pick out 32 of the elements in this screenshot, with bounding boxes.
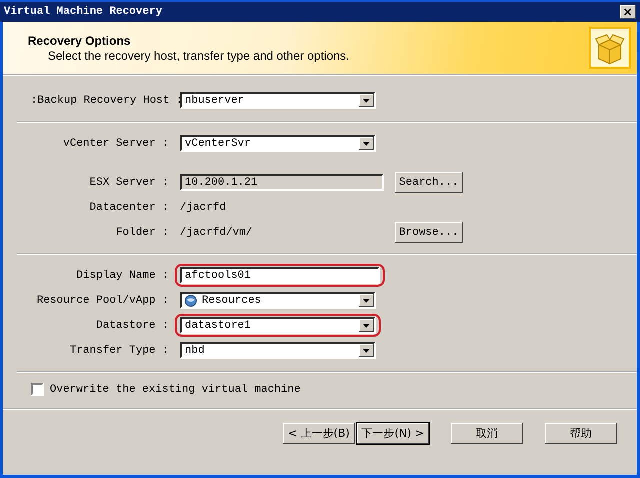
page-subtitle: Select the recovery host, transfer type and other options.	[47, 48, 350, 62]
page-title: Recovery Options	[28, 34, 132, 48]
field-value: /jacrfd/vm/	[180, 226, 254, 238]
field-label: ESX Server :	[88, 176, 170, 188]
wizard-button[interactable]: 帮助	[545, 423, 617, 444]
dropdown[interactable]: Resources	[180, 292, 376, 309]
wizard-button[interactable]: < 上一步(B)	[283, 423, 355, 444]
dropdown[interactable]: vCenterSvr	[180, 135, 376, 152]
checkbox[interactable]	[31, 383, 44, 396]
window-title: Virtual Machine Recovery	[4, 6, 162, 18]
field-value: /jacrfd	[180, 202, 228, 214]
globe-icon	[185, 294, 197, 306]
wizard-button[interactable]: 取消	[451, 423, 523, 444]
field-label: Resource Pool/vApp :	[36, 294, 170, 306]
dropdown[interactable]: nbuserver	[180, 92, 376, 109]
close-button[interactable]: ×	[620, 5, 636, 19]
field-label: vCenter Server :	[62, 138, 170, 150]
field-label: Display Name :	[76, 270, 170, 282]
field-label: Datastore :	[95, 320, 170, 332]
wizard-button[interactable]: 下一步(N) >	[357, 423, 429, 444]
field-label: Datacenter :	[88, 202, 170, 214]
field-label: Folder :	[115, 226, 170, 238]
text-field[interactable]: afctools01	[180, 267, 380, 284]
box-icon	[589, 27, 631, 69]
checkbox-label: Overwrite the existing virtual machine	[50, 384, 301, 396]
action-button[interactable]: Search...	[395, 172, 463, 193]
field-label: Transfer Type :	[68, 344, 170, 356]
field-label: :Backup Recovery Host :	[31, 94, 181, 106]
dropdown[interactable]: nbd	[180, 342, 376, 359]
action-button[interactable]: Browse...	[395, 222, 463, 243]
dropdown[interactable]: datastore1	[180, 317, 376, 334]
readonly-field: 10.200.1.21	[180, 174, 384, 191]
